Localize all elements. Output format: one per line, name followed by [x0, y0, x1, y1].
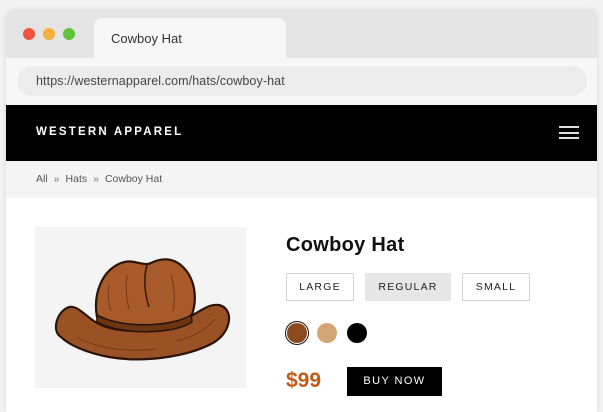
color-swatch-tan[interactable]	[317, 323, 337, 343]
address-bar-area: https://westernapparel.com/hats/cowboy-h…	[6, 58, 597, 105]
tab-title: Cowboy Hat	[111, 31, 182, 46]
buy-now-button[interactable]: BUY NOW	[347, 367, 442, 396]
color-swatch-brown[interactable]	[287, 323, 307, 343]
breadcrumb: All » Hats » Cowboy Hat	[36, 173, 162, 185]
breadcrumb-bar: All » Hats » Cowboy Hat	[6, 161, 597, 198]
site-header: WESTERN APPAREL	[6, 105, 597, 161]
breadcrumb-separator: »	[53, 173, 60, 185]
color-swatch-black[interactable]	[347, 323, 367, 343]
minimize-window-icon[interactable]	[43, 28, 55, 40]
breadcrumb-item-current: Cowboy Hat	[104, 173, 163, 185]
product-price: $99	[286, 369, 322, 392]
product-title: Cowboy Hat	[286, 234, 405, 256]
size-small-button[interactable]: SMALL	[462, 273, 530, 301]
close-window-icon[interactable]	[23, 28, 35, 40]
maximize-window-icon[interactable]	[63, 28, 75, 40]
brand-logo[interactable]: WESTERN APPAREL	[36, 126, 183, 138]
product-section: Cowboy Hat LARGE REGULAR SMALL $99 BUY N…	[6, 198, 597, 412]
tab-bar: Cowboy Hat	[6, 10, 597, 58]
breadcrumb-item-all[interactable]: All	[36, 173, 48, 185]
browser-tab[interactable]: Cowboy Hat	[94, 18, 286, 58]
size-large-button[interactable]: LARGE	[286, 273, 354, 301]
cowboy-hat-image	[54, 258, 230, 361]
breadcrumb-item-hats[interactable]: Hats	[66, 173, 88, 185]
product-image	[35, 227, 246, 388]
address-bar[interactable]: https://westernapparel.com/hats/cowboy-h…	[17, 66, 587, 96]
hamburger-menu-icon[interactable]	[559, 125, 579, 140]
breadcrumb-separator: »	[93, 173, 99, 185]
browser-window: Cowboy Hat https://westernapparel.com/ha…	[6, 10, 597, 412]
size-regular-button[interactable]: REGULAR	[365, 273, 451, 301]
url-text[interactable]: https://westernapparel.com/hats/cowboy-h…	[36, 74, 285, 88]
